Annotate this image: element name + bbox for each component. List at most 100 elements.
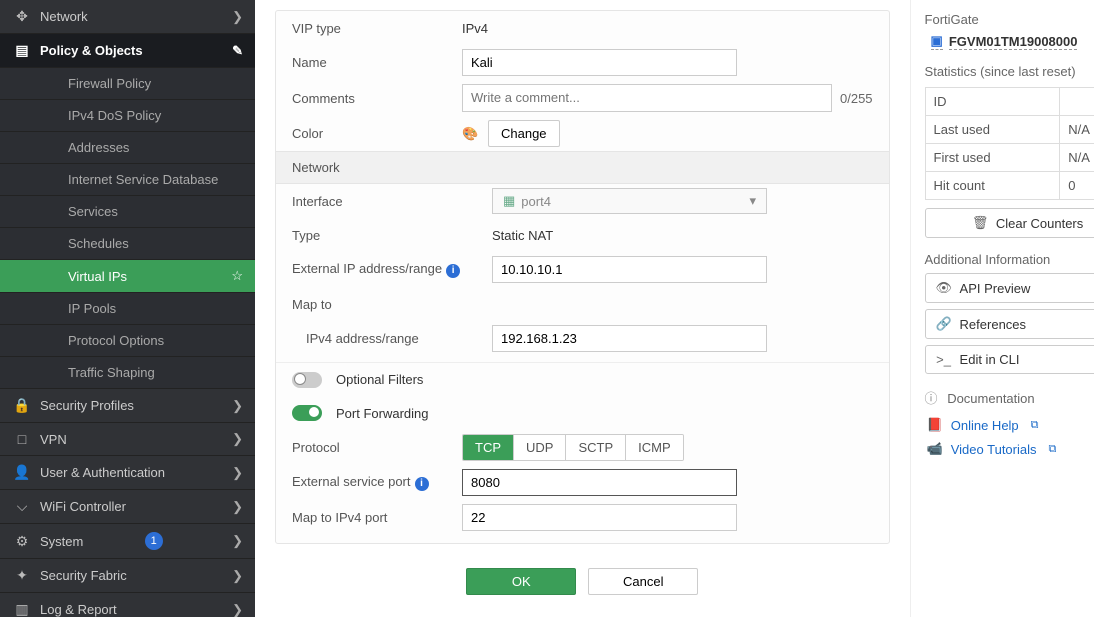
type-value: Static NAT <box>492 228 553 243</box>
nav-label: Addresses <box>68 140 129 155</box>
nav-icon: ⌵ <box>12 498 32 515</box>
vip-form: VIP type IPv4 Name Comments 0/255 Color … <box>255 0 910 617</box>
interface-select[interactable]: ▦ port4 ▾ <box>492 188 767 214</box>
sidebar-item-traffic-shaping[interactable]: Traffic Shaping <box>0 357 255 389</box>
sidebar-item-user-authentication[interactable]: 👤User & Authentication❯ <box>0 456 255 490</box>
nav-icon: 🔒 <box>12 397 32 414</box>
online-help-link[interactable]: Online Help <box>951 418 1019 433</box>
change-color-button[interactable]: Change <box>488 120 560 147</box>
sidebar-item-log-report[interactable]: ▥Log & Report❯ <box>0 593 255 617</box>
sidebar-item-internet-service-database[interactable]: Internet Service Database <box>0 164 255 196</box>
sidebar-item-schedules[interactable]: Schedules <box>0 228 255 260</box>
protocol-icmp[interactable]: ICMP <box>626 435 683 460</box>
nav-label: IPv4 DoS Policy <box>68 108 161 123</box>
protocol-group: TCPUDPSCTPICMP <box>462 434 684 461</box>
sidebar-item-policy-objects[interactable]: ▤ Policy & Objects ✎ <box>0 34 255 68</box>
sidebar-item-ip-pools[interactable]: IP Pools <box>0 293 255 325</box>
nav-label: Schedules <box>68 236 129 251</box>
chevron-right-icon: ❯ <box>232 9 243 25</box>
sidebar-item-vpn[interactable]: □ VPN ❯ <box>0 423 255 456</box>
sidebar-item-system[interactable]: ⚙System1❯ <box>0 524 255 559</box>
ipv4-addr-label: IPv4 address/range <box>292 331 492 346</box>
external-ip-label: External IP address/rangei <box>292 261 492 278</box>
api-preview-button[interactable]: 👁 API Preview <box>925 273 1094 303</box>
nav-label: Protocol Options <box>68 333 164 348</box>
sidebar-item-addresses[interactable]: Addresses <box>0 132 255 164</box>
star-icon: ☆ <box>231 268 243 284</box>
video-tutorials-link[interactable]: Video Tutorials <box>951 442 1037 457</box>
wand-icon: ✎ <box>232 43 243 59</box>
nav-icon: ⚙ <box>12 533 32 550</box>
book-icon: 📕 <box>927 417 943 433</box>
info-icon[interactable]: i <box>446 264 460 278</box>
info-icon[interactable]: i <box>415 477 429 491</box>
chevron-right-icon: ❯ <box>232 568 243 584</box>
map-port-input[interactable] <box>462 504 737 531</box>
clear-counters-button[interactable]: 🗑 Clear Counters <box>925 208 1094 238</box>
nav-icon: ✦ <box>12 567 32 584</box>
sidebar-item-services[interactable]: Services <box>0 196 255 228</box>
stat-value <box>1060 88 1094 116</box>
name-label: Name <box>292 55 462 70</box>
nav-label: Network <box>40 9 88 24</box>
terminal-icon: >_ <box>936 352 952 367</box>
cancel-button[interactable]: Cancel <box>588 568 698 595</box>
protocol-tcp[interactable]: TCP <box>463 435 514 460</box>
table-row: ID <box>925 88 1094 116</box>
sidebar-item-firewall-policy[interactable]: Firewall Policy <box>0 68 255 100</box>
right-sidebar: FortiGate ▣ FGVM01TM19008000 Statistics … <box>910 0 1094 617</box>
statistics-heading: Statistics (since last reset) <box>925 64 1094 79</box>
map-to-label: Map to <box>292 297 492 312</box>
sidebar-item-network[interactable]: ✥ Network ❯ <box>0 0 255 34</box>
external-ip-input[interactable] <box>492 256 767 283</box>
nav-label: VPN <box>40 432 67 447</box>
chevron-right-icon: ❯ <box>232 533 243 549</box>
comments-input[interactable] <box>462 84 832 112</box>
external-link-icon: ⧉ <box>1049 443 1057 456</box>
main-area: VIP type IPv4 Name Comments 0/255 Color … <box>255 0 1094 617</box>
port-forwarding-toggle[interactable] <box>292 405 328 421</box>
name-input[interactable] <box>462 49 737 76</box>
external-port-input[interactable] <box>462 469 737 496</box>
interface-icon: ▦ <box>503 193 515 209</box>
sidebar-item-protocol-options[interactable]: Protocol Options <box>0 325 255 357</box>
nav-icon: 👤 <box>12 464 32 481</box>
stat-key: Hit count <box>925 172 1060 200</box>
link-icon: 🔗 <box>936 316 952 332</box>
chevron-right-icon: ❯ <box>232 465 243 481</box>
nav-label: WiFi Controller <box>40 499 126 514</box>
ok-button[interactable]: OK <box>466 568 576 595</box>
nav-icon: ✥ <box>12 8 32 25</box>
ipv4-addr-input[interactable] <box>492 325 767 352</box>
references-button[interactable]: 🔗 References <box>925 309 1094 339</box>
badge: 1 <box>145 532 163 550</box>
stat-key: Last used <box>925 116 1060 144</box>
nav-label: IP Pools <box>68 301 116 316</box>
additional-info-heading: Additional Information <box>925 252 1094 267</box>
chevron-right-icon: ❯ <box>232 431 243 447</box>
nav-icon: ▤ <box>12 42 32 59</box>
table-row: Hit count0 <box>925 172 1094 200</box>
nav-label: Internet Service Database <box>68 172 218 187</box>
protocol-sctp[interactable]: SCTP <box>566 435 626 460</box>
fortigate-name[interactable]: FGVM01TM19008000 <box>949 34 1078 50</box>
optional-filters-toggle[interactable] <box>292 372 328 388</box>
sidebar-item-security-fabric[interactable]: ✦Security Fabric❯ <box>0 559 255 593</box>
palette-icon: 🎨 <box>462 126 478 142</box>
vip-type-value: IPv4 <box>462 21 488 36</box>
sidebar-nav: ✥ Network ❯ ▤ Policy & Objects ✎ Firewall Poli… <box>0 0 255 617</box>
sidebar-item-ipv4-dos-policy[interactable]: IPv4 DoS Policy <box>0 100 255 132</box>
external-link-icon: ⧉ <box>1031 419 1039 432</box>
help-icon: ⓘ <box>925 391 938 406</box>
nav-label: Policy & Objects <box>40 43 143 58</box>
edit-cli-button[interactable]: >_ Edit in CLI <box>925 345 1094 374</box>
port-forwarding-label: Port Forwarding <box>336 406 428 421</box>
sidebar-item-virtual-ips[interactable]: Virtual IPs☆ <box>0 260 255 293</box>
color-label: Color <box>292 126 462 141</box>
sidebar-item-wifi-controller[interactable]: ⌵WiFi Controller❯ <box>0 490 255 524</box>
sidebar-item-security-profiles[interactable]: 🔒Security Profiles❯ <box>0 389 255 423</box>
map-port-label: Map to IPv4 port <box>292 510 462 525</box>
chevron-down-icon: ▾ <box>749 193 756 209</box>
nav-icon: □ <box>12 431 32 447</box>
protocol-udp[interactable]: UDP <box>514 435 566 460</box>
